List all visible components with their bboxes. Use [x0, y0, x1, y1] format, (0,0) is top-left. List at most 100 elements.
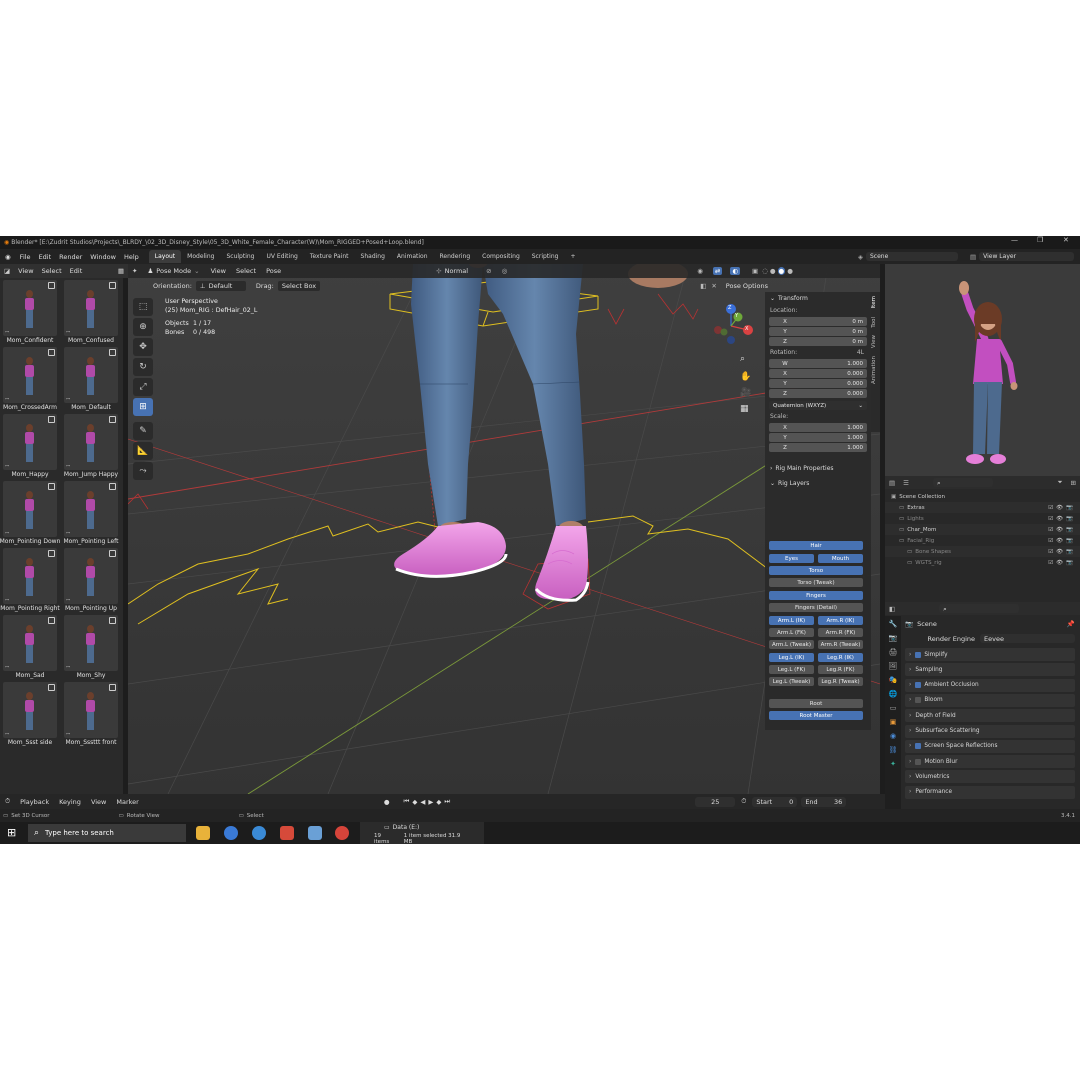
layer-leg-r-ik-button[interactable]: Leg.R (IK): [818, 653, 863, 662]
layer-torso-button[interactable]: Torso: [769, 566, 863, 575]
outliner-row[interactable]: ▭ WGTS_rig ☑👁📷: [885, 557, 1080, 568]
layer-hair-button[interactable]: Hair: [769, 541, 863, 550]
output-props-icon[interactable]: 🖨: [888, 648, 898, 658]
render-camera-icon[interactable]: 📷: [1066, 527, 1076, 533]
asset-thumb-mom-crossedarm[interactable]: ⊶: [3, 347, 57, 403]
scene-field[interactable]: Scene: [866, 252, 958, 261]
clock-icon[interactable]: ⏱: [741, 797, 746, 806]
properties-editor-icon[interactable]: ◧: [885, 605, 899, 613]
scale-tool-icon[interactable]: ⤢: [133, 378, 153, 396]
prev-keyframe-icon[interactable]: ◆: [412, 798, 417, 806]
jump-end-icon[interactable]: ⏭: [444, 797, 450, 806]
rig-layers-header[interactable]: ⌄ Rig Layers: [765, 477, 871, 490]
proportional-icon[interactable]: ◎: [502, 267, 508, 275]
menu-edit[interactable]: Edit: [35, 253, 56, 261]
eye-icon[interactable]: 👁: [1056, 538, 1066, 544]
exclude-checkbox[interactable]: ☑: [1048, 538, 1056, 544]
taskbar-search-box[interactable]: ⌕ Type here to search: [28, 824, 186, 842]
render-engine-dropdown[interactable]: Eevee: [980, 634, 1075, 643]
move-tool-icon[interactable]: ✥: [133, 338, 153, 356]
snap-icon[interactable]: ⊘: [486, 267, 491, 275]
render-props-icon[interactable]: 📷: [888, 634, 898, 644]
layer-root-button[interactable]: Root: [769, 699, 863, 708]
collapse-icon[interactable]: ◧: [698, 282, 708, 290]
end-frame-field[interactable]: End 36: [801, 796, 847, 807]
pose-options-dropdown[interactable]: Pose Options: [726, 282, 768, 290]
timeline-editor-icon[interactable]: ⏱: [0, 797, 15, 806]
scene-selector[interactable]: ◈ Scene: [858, 251, 958, 262]
asset-thumb-mom-shy[interactable]: ⊶: [64, 615, 118, 671]
field-z[interactable]: Z 1.000: [769, 443, 867, 452]
eye-icon[interactable]: 👁: [1056, 560, 1066, 566]
tab-shading[interactable]: Shading: [355, 250, 391, 263]
3d-viewport[interactable]: ✦ ♟ Pose Mode ⌄ View Select Pose ⊹ Norma…: [128, 264, 880, 794]
maximize-button[interactable]: ❐: [1037, 236, 1043, 244]
outliner-row[interactable]: ▭ Facial_Rig ☑👁📷: [885, 535, 1080, 546]
drag-dropdown[interactable]: Select Box: [277, 281, 321, 291]
layer-leg-l-tweak-button[interactable]: Leg.L (Tweak): [769, 677, 814, 686]
pin-icon[interactable]: 📌: [1067, 620, 1075, 628]
viewport-menu-select[interactable]: Select: [231, 267, 261, 275]
close-button[interactable]: ✕: [1063, 236, 1069, 244]
panel-volumetrics[interactable]: › Volumetrics: [905, 770, 1075, 784]
layer-leg-r-tweak-button[interactable]: Leg.R (Tweak): [818, 677, 863, 686]
annotate-tool-icon[interactable]: ✎: [133, 422, 153, 440]
transform-header[interactable]: ⌄ Transform: [765, 292, 871, 305]
viewport-menu-view[interactable]: View: [206, 267, 231, 275]
next-keyframe-icon[interactable]: ◆: [436, 798, 441, 806]
gizmo-toggle-icon[interactable]: ⇄: [712, 267, 723, 275]
new-collection-icon[interactable]: ⊞: [1067, 479, 1080, 487]
object-props-icon[interactable]: ▣: [888, 718, 898, 728]
eye-icon[interactable]: 👁: [1056, 549, 1066, 555]
layer-fingers-detail-button[interactable]: Fingers (Detail): [769, 603, 863, 612]
eye-icon[interactable]: 👁: [1056, 516, 1066, 522]
enable-checkbox[interactable]: [915, 697, 922, 704]
edge-icon[interactable]: [224, 826, 238, 840]
tab-modeling[interactable]: Modeling: [181, 250, 220, 263]
asset-menu-view[interactable]: View: [14, 267, 37, 275]
render-camera-icon[interactable]: 📷: [1066, 505, 1076, 511]
outliner-search-input[interactable]: ⌕: [932, 478, 993, 487]
tab-view[interactable]: View: [871, 331, 877, 352]
grid-view-icon[interactable]: ▦: [118, 267, 128, 275]
play-reverse-icon[interactable]: ◀: [420, 798, 425, 806]
panel-subsurface-scattering[interactable]: › Subsurface Scattering: [905, 724, 1075, 738]
view-layer-field[interactable]: View Layer: [979, 252, 1074, 261]
tab-layout[interactable]: Layout: [148, 250, 182, 263]
file-explorer-icon[interactable]: [196, 826, 210, 840]
pose-relax-tool-icon[interactable]: ⤳: [133, 462, 153, 480]
tab-animation-sidebar[interactable]: Animation: [871, 352, 877, 388]
panel-ambient-occlusion[interactable]: › Ambient Occlusion: [905, 678, 1075, 692]
field-z[interactable]: Z 0.000: [769, 389, 867, 398]
field-y[interactable]: Y 0 m: [769, 327, 867, 336]
camera-icon[interactable]: 🎥: [740, 388, 756, 398]
outliner-row[interactable]: ▣ Scene Collection: [885, 491, 1080, 502]
layer-leg-r-fk-button[interactable]: Leg.R (FK): [818, 665, 863, 674]
exclude-checkbox[interactable]: ☑: [1048, 549, 1056, 555]
shading-wireframe-icon[interactable]: ◌: [762, 267, 768, 275]
asset-thumb-mom-happy[interactable]: ⊶: [3, 414, 57, 470]
asset-thumb-mom-pointing-right[interactable]: ⊶: [3, 548, 57, 604]
minimize-button[interactable]: —: [1011, 236, 1018, 244]
asset-thumb-mom-sad[interactable]: ⊶: [3, 615, 57, 671]
enable-checkbox[interactable]: [915, 682, 922, 689]
close-panel-icon[interactable]: ✕: [708, 282, 719, 290]
select-box-tool-icon[interactable]: ⬚: [133, 298, 153, 316]
layer-arm-l-fk-button[interactable]: Arm.L (FK): [769, 628, 814, 637]
field-z[interactable]: Z 0 m: [769, 337, 867, 346]
asset-thumb-mom-pointing-up[interactable]: ⊶: [64, 548, 118, 604]
constraint-props-icon[interactable]: ⛓: [888, 746, 898, 756]
start-frame-field[interactable]: Start 0: [752, 796, 798, 807]
tab-item[interactable]: Item: [871, 292, 877, 313]
enable-checkbox[interactable]: [915, 651, 922, 658]
editor-type-icon[interactable]: ◪: [0, 267, 14, 275]
cursor-tool-icon[interactable]: ⊕: [133, 318, 153, 336]
layer-arm-r-ik-button[interactable]: Arm.R (IK): [818, 616, 863, 625]
timeline-menu-playback[interactable]: Playback: [15, 798, 54, 806]
jump-start-icon[interactable]: ⏮: [404, 797, 410, 806]
asset-menu-select[interactable]: Select: [38, 267, 66, 275]
collection-props-icon[interactable]: ▭: [888, 704, 898, 714]
timeline-menu-marker[interactable]: Marker: [111, 798, 143, 806]
field-y[interactable]: Y 0.000: [769, 379, 867, 388]
timeline-menu-view[interactable]: View: [86, 798, 111, 806]
